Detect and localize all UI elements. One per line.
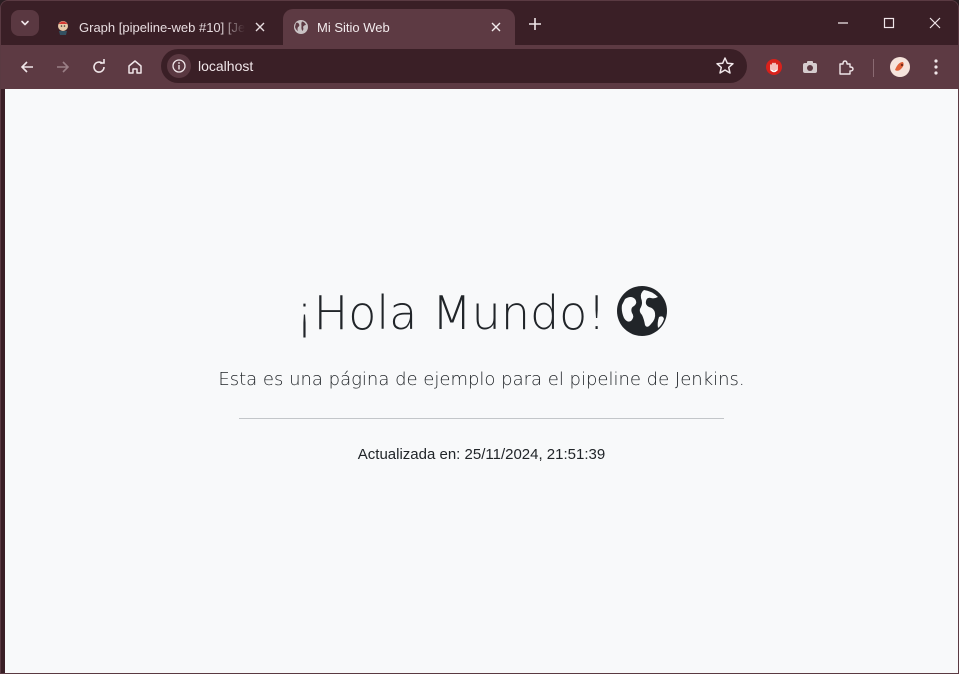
arrow-left-icon (20, 61, 33, 73)
minimize-icon (838, 22, 848, 24)
forward-button[interactable] (48, 52, 78, 82)
new-tab-button[interactable] (523, 12, 547, 36)
close-window-button[interactable] (913, 7, 957, 39)
camera-icon (803, 61, 817, 73)
divider (239, 418, 724, 419)
chevron-down-icon (21, 20, 29, 26)
browser-menu-button[interactable] (921, 52, 951, 82)
url-text[interactable]: localhost (198, 58, 253, 74)
tab-close-button[interactable] (251, 18, 269, 36)
avatar (890, 57, 910, 77)
minimize-button[interactable] (821, 7, 865, 39)
page-title: ¡Hola Mundo! (5, 285, 958, 340)
page-viewport: ¡Hola Mundo! Esta es una página de ejemp… (5, 89, 958, 673)
address-bar[interactable]: localhost (161, 49, 747, 83)
site-info-button[interactable] (167, 54, 191, 78)
close-icon (929, 17, 941, 29)
tab-strip: Graph [pipeline-web #10] [Jenkins] Mi Si… (1, 1, 958, 45)
maximize-button[interactable] (867, 7, 911, 39)
toolbar-divider (873, 59, 874, 77)
home-icon (128, 60, 142, 74)
page-title-text: ¡Hola Mundo! (295, 286, 606, 340)
close-icon (255, 22, 265, 32)
globe-icon (294, 20, 308, 34)
tab-title: Mi Sitio Web (317, 19, 390, 35)
reload-button[interactable] (84, 52, 114, 82)
tab-title: Graph [pipeline-web #10] [Jenkins] (79, 19, 245, 35)
maximize-icon (883, 17, 895, 29)
browser-window: Graph [pipeline-web #10] [Jenkins] Mi Si… (0, 0, 959, 674)
back-button[interactable] (12, 52, 42, 82)
home-button[interactable] (120, 52, 150, 82)
reload-icon (93, 59, 105, 73)
plus-icon (529, 18, 541, 30)
info-icon (172, 59, 186, 73)
close-icon (491, 22, 501, 32)
profile-button[interactable] (885, 52, 915, 82)
updated-timestamp: Actualizada en: 25/11/2024, 21:51:39 (357, 446, 606, 463)
arrow-right-icon (57, 61, 70, 73)
hero-section: ¡Hola Mundo! Esta es una página de ejemp… (5, 89, 958, 673)
jenkins-icon (58, 21, 68, 35)
globe-icon (616, 286, 667, 336)
extensions-button[interactable] (831, 52, 861, 82)
kebab-menu-icon (934, 59, 938, 75)
extension-adblock-button[interactable] (759, 52, 789, 82)
tab-search-button[interactable] (11, 10, 39, 36)
hand-stop-icon (766, 59, 782, 75)
browser-toolbar: localhost (1, 45, 958, 89)
puzzle-icon (839, 60, 854, 75)
tab-mi-sitio-web[interactable]: Mi Sitio Web (283, 9, 515, 45)
tab-close-button[interactable] (487, 18, 505, 36)
page-lead: Esta es una página de ejemplo para el pi… (218, 369, 745, 390)
star-icon[interactable] (715, 56, 735, 76)
tab-jenkins-graph[interactable]: Graph [pipeline-web #10] [Jenkins] (45, 9, 279, 45)
extension-screenshot-button[interactable] (795, 52, 825, 82)
